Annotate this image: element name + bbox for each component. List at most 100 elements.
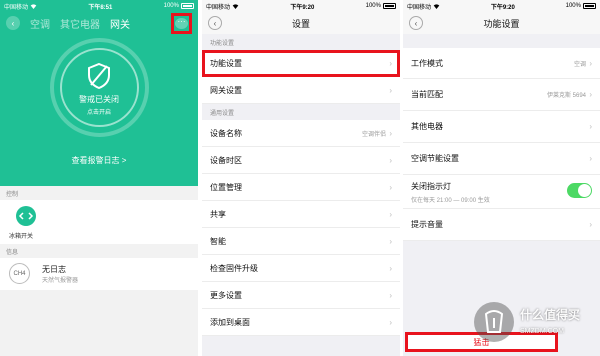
chevron-right-icon: ›	[389, 318, 392, 327]
list-item-label: 添加到桌面	[210, 317, 250, 327]
control-section: 冰箱开关	[0, 200, 198, 244]
watermark: 什么值得买 SMZDM.COM	[474, 298, 594, 348]
more-icon: ···	[175, 17, 188, 29]
battery-icon	[582, 3, 596, 9]
gateway-header: 中国移动 下午8:51 100% ‹ 空调 其它电器 网关 ··· 警戒已关闭 …	[0, 0, 198, 186]
battery-percent: 100%	[365, 3, 381, 9]
log-title: 无日志	[42, 265, 66, 274]
list-item[interactable]: 智能 ›	[202, 228, 400, 255]
chevron-right-icon: ›	[589, 58, 592, 68]
shield-off-icon	[88, 63, 110, 89]
list-item-label: 其他电器	[411, 122, 443, 131]
sound-volume-item[interactable]: 提示音量 ›	[403, 209, 600, 241]
fridge-switch-label: 冰箱开关	[9, 234, 34, 240]
watermark-logo	[474, 302, 514, 342]
battery-percent: 100%	[163, 3, 179, 9]
carrier-label: 中国移动	[4, 4, 29, 11]
list-item[interactable]: 添加到桌面 ›	[202, 309, 400, 336]
settings-screen: 中国移动 下午9:20 100% ‹ 设置 功能设置 功能设置 › 网关设置 ›…	[202, 0, 400, 356]
list-item-label: 提示音量	[411, 220, 443, 229]
energy-saving-item[interactable]: 空调节能设置 ›	[403, 143, 600, 175]
tab-other-appliances[interactable]: 其它电器	[60, 16, 100, 31]
list-item[interactable]: 更多设置 ›	[202, 282, 400, 309]
list-item-label: 关闭指示灯	[411, 182, 451, 191]
indicator-schedule: 仅在每天 21:00 — 09:00 生效	[411, 198, 490, 204]
carrier-label: 中国移动	[206, 4, 231, 11]
work-mode-item[interactable]: 工作模式 空调 ›	[403, 48, 600, 79]
other-appliances-item[interactable]: 其他电器 ›	[403, 111, 600, 143]
battery-icon	[180, 3, 194, 9]
list-item-label: 空调节能设置	[411, 154, 459, 163]
status-bar: 中国移动 下午8:51 100%	[0, 0, 198, 12]
chevron-right-icon: ›	[389, 291, 392, 300]
list-item[interactable]: 位置管理 ›	[202, 174, 400, 201]
back-icon[interactable]: ‹	[6, 16, 20, 30]
chevron-right-icon: ›	[589, 90, 592, 99]
wifi-icon	[232, 3, 239, 9]
fridge-power-icon[interactable]	[16, 206, 36, 226]
status-time: 下午9:20	[490, 4, 515, 11]
wifi-icon	[30, 3, 37, 9]
group-label-function: 功能设置	[210, 41, 235, 47]
info-section-label: 信息	[6, 249, 19, 256]
gas-sensor-icon: CH4	[9, 263, 30, 284]
alarm-hint[interactable]: 点击开启	[0, 107, 198, 116]
gateway-screen: 中国移动 下午8:51 100% ‹ 空调 其它电器 网关 ··· 警戒已关闭 …	[0, 0, 198, 356]
list-item-label: 智能	[210, 236, 226, 246]
indicator-toggle[interactable]	[567, 183, 592, 198]
status-bar: 中国移动 下午9:20 100%	[202, 0, 400, 12]
control-section-label: 控制	[6, 191, 19, 198]
chevron-right-icon: ›	[389, 264, 392, 273]
tab-aircon[interactable]: 空调	[30, 16, 50, 31]
list-item-label: 位置管理	[210, 182, 242, 192]
top-nav: ‹ 空调 其它电器 网关 ···	[0, 12, 198, 34]
tab-gateway[interactable]: 网关	[110, 16, 130, 31]
back-icon[interactable]: ‹	[208, 16, 222, 30]
chevron-right-icon: ›	[389, 59, 392, 68]
chevron-right-icon: ›	[589, 154, 592, 163]
list-item-label: 功能设置	[210, 58, 242, 68]
nav-bar: ‹ 设置	[202, 12, 400, 34]
chevron-right-icon: ›	[389, 183, 392, 192]
chevron-right-icon: ›	[589, 122, 592, 131]
list-item[interactable]: 检查固件升级 ›	[202, 255, 400, 282]
chevron-right-icon: ›	[389, 210, 392, 219]
list-item-label: 共享	[210, 209, 226, 219]
list-item-label: 当前匹配	[411, 90, 443, 99]
list-item-label: 设备名称	[210, 128, 242, 138]
wifi-icon	[433, 3, 440, 9]
gateway-settings-item[interactable]: 网关设置 ›	[202, 77, 400, 104]
list-item[interactable]: 设备名称 空调伴侣 ›	[202, 120, 400, 147]
back-icon[interactable]: ‹	[409, 16, 423, 30]
battery-icon	[382, 3, 396, 9]
chevron-right-icon: ›	[389, 86, 392, 95]
list-item-label: 更多设置	[210, 290, 242, 300]
status-time: 下午8:51	[88, 4, 113, 11]
page-title: 功能设置	[483, 18, 520, 29]
chevron-right-icon: ›	[589, 220, 592, 229]
status-time: 下午9:20	[290, 4, 315, 11]
chevron-right-icon: ›	[389, 156, 392, 165]
chevron-right-icon: ›	[389, 129, 392, 138]
list-item-value: 伊莱克斯 5694	[546, 93, 586, 99]
log-subtitle: 天然气报警器	[42, 278, 79, 284]
list-item[interactable]: 设备时区 ›	[202, 147, 400, 174]
alarm-log-link[interactable]: 查看报警日志 >	[0, 155, 198, 166]
nav-bar: ‹ 功能设置	[403, 12, 600, 34]
list-item[interactable]: 共享 ›	[202, 201, 400, 228]
function-settings-item[interactable]: 功能设置 ›	[202, 50, 400, 77]
list-item-value: 空调	[573, 61, 586, 68]
list-item-label: 工作模式	[411, 58, 443, 68]
page-title: 设置	[291, 18, 310, 29]
list-item-value: 空调伴侣	[361, 131, 386, 138]
watermark-text: 什么值得买	[520, 308, 581, 322]
chevron-right-icon: ›	[389, 237, 392, 246]
carrier-label: 中国移动	[407, 4, 432, 11]
status-bar: 中国移动 下午9:20 100%	[403, 0, 600, 12]
more-button[interactable]: ···	[171, 12, 192, 34]
battery-percent: 100%	[565, 3, 581, 9]
list-item[interactable]: CH4 无日志 天然气报警器	[0, 258, 198, 290]
list-item-label: 网关设置	[210, 85, 242, 95]
alarm-status: 警戒已关闭	[79, 95, 119, 104]
current-match-item[interactable]: 当前匹配 伊莱克斯 5694 ›	[403, 79, 600, 111]
